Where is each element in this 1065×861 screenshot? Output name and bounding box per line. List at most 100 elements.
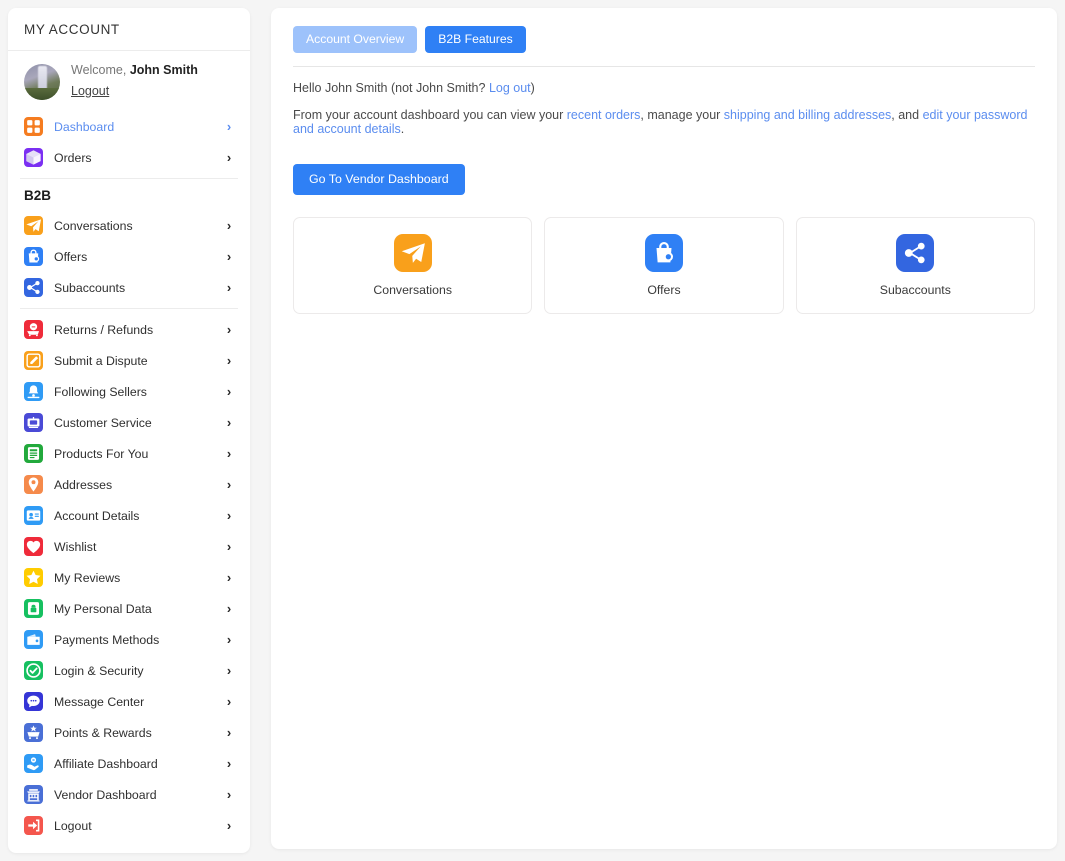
intro-part-4: . (400, 122, 405, 137)
sidebar-item-label: My Personal Data (54, 601, 152, 616)
chevron-right-icon: › (226, 725, 232, 741)
chevron-right-icon: › (226, 280, 232, 296)
chevron-right-icon: › (226, 818, 232, 834)
sidebar-item-wishlist[interactable]: Wishlist › (8, 531, 250, 562)
sidebar-item-label: Login & Security (54, 663, 144, 678)
main-panel: Account Overview B2B Features Hello John… (271, 8, 1057, 849)
sidebar-item-affiliate-dashboard[interactable]: Affiliate Dashboard › (8, 748, 250, 779)
sidebar-item-label: Offers (54, 249, 88, 264)
sidebar-item-label: Vendor Dashboard (54, 787, 157, 802)
box-icon (24, 148, 43, 168)
share-nodes-icon (24, 278, 43, 298)
sidebar-item-label: Dashboard (54, 119, 115, 134)
feature-card-offers[interactable]: Offers (544, 217, 784, 315)
welcome-prefix: Welcome, (71, 63, 127, 77)
id-card-icon (24, 506, 43, 526)
chevron-right-icon: › (226, 601, 232, 617)
intro-part-3: , and (891, 108, 923, 123)
chevron-right-icon: › (226, 539, 232, 555)
sidebar-item-dashboard[interactable]: Dashboard › (8, 111, 250, 142)
sidebar-item-points-rewards[interactable]: Points & Rewards › (8, 717, 250, 748)
sidebar-item-login-security[interactable]: Login & Security › (8, 655, 250, 686)
sidebar-item-addresses[interactable]: Addresses › (8, 469, 250, 500)
sidebar-item-customer-service[interactable]: Customer Service › (8, 407, 250, 438)
sidebar-item-following-sellers[interactable]: Following Sellers › (8, 376, 250, 407)
sidebar-item-orders[interactable]: Orders › (8, 142, 250, 173)
go-to-vendor-dashboard-button[interactable]: Go To Vendor Dashboard (293, 163, 465, 196)
profile-logout-link[interactable]: Logout (71, 83, 109, 100)
sidebar-item-label: My Reviews (54, 570, 121, 585)
sidebar-item-conversations[interactable]: Conversations › (8, 210, 250, 241)
reward-cart-icon (24, 723, 43, 743)
feature-card-conversations[interactable]: Conversations (293, 217, 533, 315)
wallet-icon (24, 630, 43, 650)
sidebar-item-products-for-you[interactable]: Products For You › (8, 438, 250, 469)
sidebar-item-label: Payments Methods (54, 632, 160, 647)
chevron-right-icon: › (226, 150, 232, 166)
nav-divider-1 (20, 178, 238, 180)
tab-divider (293, 66, 1035, 68)
nav-divider-2 (20, 308, 238, 310)
sidebar-item-label: Points & Rewards (54, 725, 152, 740)
feature-card-label: Conversations (373, 283, 452, 298)
return-cart-icon (24, 320, 43, 340)
chevron-right-icon: › (226, 787, 232, 803)
sidebar-section-b2b: B2B (24, 188, 52, 204)
sidebar-title: MY ACCOUNT (8, 8, 250, 51)
chevron-right-icon: › (226, 119, 232, 135)
sidebar-item-returns-refunds[interactable]: Returns / Refunds › (8, 314, 250, 345)
intro-part-1: From your account dashboard you can view… (293, 108, 567, 123)
sidebar-item-label: Orders (54, 150, 92, 165)
intro-line: From your account dashboard you can view… (293, 108, 1035, 136)
chevron-right-icon: › (226, 446, 232, 462)
sidebar-item-vendor-dashboard[interactable]: Vendor Dashboard › (8, 779, 250, 810)
chevron-right-icon: › (226, 477, 232, 493)
sidebar-item-account-details[interactable]: Account Details › (8, 500, 250, 531)
profile-text: Welcome, John Smith Logout (71, 62, 198, 101)
account-dashboard-page: MY ACCOUNT Welcome, John Smith Logout Da… (0, 0, 1065, 861)
logout-arrow-icon (24, 816, 43, 836)
chevron-right-icon: › (226, 570, 232, 586)
shopping-bag-tag-icon (24, 247, 43, 267)
product-list-icon (24, 444, 43, 464)
feature-card-subaccounts[interactable]: Subaccounts (795, 217, 1035, 315)
sidebar-item-label: Following Sellers (54, 384, 147, 399)
sidebar-item-my-personal-data[interactable]: My Personal Data › (8, 593, 250, 624)
sidebar-nav-group-b2b: Conversations › Offers › Subaccounts › (8, 210, 250, 303)
shopping-bag-tag-icon (644, 234, 683, 273)
chevron-right-icon: › (226, 663, 232, 679)
log-out-link[interactable]: Log out (489, 81, 531, 95)
sidebar-item-label: Products For You (54, 446, 149, 461)
sidebar-item-message-center[interactable]: Message Center › (8, 686, 250, 717)
tab-account-overview[interactable]: Account Overview (293, 26, 418, 54)
map-pin-icon (24, 475, 43, 495)
hello-line: Hello John Smith (not John Smith? Log ou… (293, 81, 1035, 95)
store-building-icon (24, 785, 43, 805)
avatar (24, 63, 60, 100)
sidebar-item-label: Addresses (54, 477, 113, 492)
chevron-right-icon: › (226, 694, 232, 710)
sidebar-item-logout[interactable]: Logout › (8, 810, 250, 841)
addresses-link[interactable]: shipping and billing addresses (724, 108, 891, 122)
paper-plane-icon (24, 216, 43, 236)
star-icon (24, 568, 43, 588)
sidebar-item-offers[interactable]: Offers › (8, 241, 250, 272)
profile-block: Welcome, John Smith Logout (8, 51, 250, 111)
feature-card-label: Subaccounts (879, 283, 951, 298)
sidebar-item-submit-a-dispute[interactable]: Submit a Dispute › (8, 345, 250, 376)
sidebar-item-label: Logout (54, 818, 92, 833)
handshake-coin-icon (24, 754, 43, 774)
tab-b2b-features[interactable]: B2B Features (425, 26, 526, 54)
recent-orders-link[interactable]: recent orders (567, 108, 641, 122)
share-nodes-icon (896, 234, 935, 273)
sidebar-nav-group-rest: Returns / Refunds › Submit a Dispute › Follo… (8, 314, 250, 841)
sidebar-item-payments-methods[interactable]: Payments Methods › (8, 624, 250, 655)
sidebar-item-subaccounts[interactable]: Subaccounts › (8, 272, 250, 303)
pencil-edit-icon (24, 351, 43, 371)
user-name: John Smith (129, 63, 198, 77)
sidebar-item-my-reviews[interactable]: My Reviews › (8, 562, 250, 593)
hello-prefix: Hello John Smith (not John Smith? (293, 81, 489, 96)
sidebar-item-label: Conversations (54, 218, 133, 233)
sidebar-item-label: Wishlist (54, 539, 97, 554)
sidebar: MY ACCOUNT Welcome, John Smith Logout Da… (8, 8, 250, 854)
